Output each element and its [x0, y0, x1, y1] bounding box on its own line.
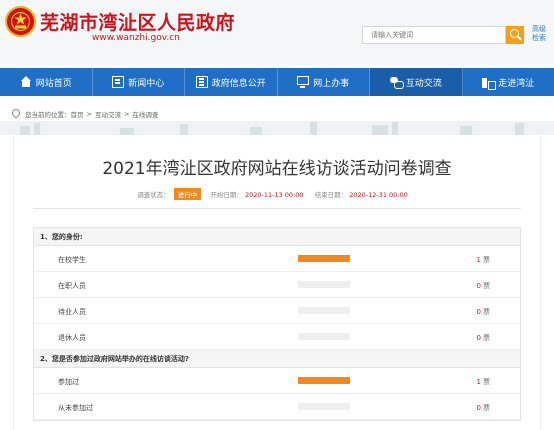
breadcrumb: 您当前的位置： 首页 > 互动交流 > 在线调查 [12, 107, 158, 121]
option-row: 从未参加过 0票 [34, 394, 520, 420]
site-title[interactable]: 芜湖市湾沚区人民政府 [40, 8, 235, 35]
vote-bar [298, 333, 350, 340]
nav-item-info-disclosure[interactable]: 政府信息公开 [185, 68, 278, 96]
end-date-label: 结束日期： [314, 191, 348, 199]
monitor-icon [297, 76, 310, 88]
nav-item-label: 互动交流 [405, 78, 442, 89]
vote-bar [298, 403, 350, 410]
end-date: 2020-12-31 00:00 [349, 191, 408, 199]
option-row: 在职人员 0票 [34, 272, 520, 298]
search-input[interactable] [362, 26, 506, 44]
status-badge: 进行中 [173, 188, 202, 200]
vote-count: 0票 [476, 334, 490, 342]
home-icon [20, 76, 32, 88]
option-label: 待业人员 [58, 308, 86, 316]
chat-icon [389, 76, 404, 89]
option-label: 在校学生 [58, 256, 86, 264]
nav-item-interaction[interactable]: 互动交流 [370, 68, 463, 96]
breadcrumb-link-interaction[interactable]: 互动交流 [95, 109, 121, 119]
document-icon [195, 76, 208, 88]
vote-bar-fill [298, 255, 350, 262]
vote-count: 0票 [476, 308, 490, 316]
option-label: 参加过 [58, 378, 79, 386]
option-row: 待业人员 0票 [34, 298, 520, 324]
site-header: 芜湖市湾沚区人民政府 www.wanzhi.gov.cn 高级 检索 [0, 0, 554, 65]
news-icon [112, 76, 125, 88]
site-url: www.wanzhi.gov.cn [92, 33, 180, 43]
vote-count: 1票 [476, 378, 490, 386]
advanced-search-link[interactable]: 高级 检索 [528, 25, 550, 43]
nav-item-label: 新闻中心 [128, 78, 165, 89]
status-label: 调查状态： [137, 191, 170, 199]
nav-item-online-services[interactable]: 网上办事 [278, 68, 370, 96]
vote-count: 0票 [476, 282, 490, 290]
location-pin-icon [12, 109, 20, 119]
nav-item-about-wanzhi[interactable]: 走进湾沚 [463, 68, 554, 96]
skyline-decoration [0, 121, 554, 135]
page-title: 2021年湾沚区政府网站在线访谈活动问卷调查 [102, 159, 452, 179]
breadcrumb-separator: > [123, 110, 130, 118]
national-emblem-icon [5, 6, 36, 37]
option-label: 退休人员 [58, 334, 86, 342]
vote-bar-fill [298, 377, 350, 384]
option-label: 从未参加过 [58, 404, 93, 412]
vote-bar [298, 377, 350, 384]
nav-item-label: 网上办事 [313, 78, 350, 89]
vote-bar [298, 255, 350, 262]
option-row: 在校学生 1票 [34, 246, 520, 272]
building-icon [482, 76, 497, 90]
breadcrumb-link-survey[interactable]: 在线调查 [132, 109, 158, 119]
survey-results: 1、您的身份: 在校学生 1票 在职人员 0票 待业人员 0票 退休人员 0票 … [33, 227, 521, 421]
question-title: 2、您是否参加过政府网站举办的在线访谈活动? [34, 350, 520, 368]
vote-bar [298, 281, 350, 288]
search-button[interactable] [506, 26, 524, 44]
divider [33, 208, 521, 209]
survey-meta: 调查状态： 进行中 开始日期： 2020-11-13 00:00 结束日期： 2… [0, 188, 554, 200]
nav-item-news[interactable]: 新闻中心 [93, 68, 185, 96]
vote-count: 1票 [476, 256, 490, 264]
question-title: 1、您的身份: [34, 228, 520, 246]
main-nav: 网站首页 新闻中心 政府信息公开 网上办事 互动交流 走进湾沚 [0, 68, 554, 96]
start-date-label: 开始日期： [210, 191, 243, 199]
vote-count: 0票 [476, 404, 490, 412]
vote-bar [298, 307, 350, 314]
nav-item-label: 政府信息公开 [211, 78, 266, 89]
breadcrumb-prefix: 您当前的位置： [25, 111, 71, 119]
breadcrumb-link-home[interactable]: 首页 [71, 109, 84, 119]
nav-item-label: 网站首页 [35, 78, 72, 89]
nav-item-home[interactable]: 网站首页 [0, 68, 93, 96]
option-row: 参加过 1票 [34, 368, 520, 394]
start-date: 2020-11-13 00:00 [244, 191, 304, 199]
breadcrumb-separator: > [86, 110, 92, 118]
nav-item-label: 走进湾沚 [498, 78, 535, 89]
option-label: 在职人员 [58, 282, 86, 290]
option-row: 退休人员 0票 [34, 324, 520, 350]
